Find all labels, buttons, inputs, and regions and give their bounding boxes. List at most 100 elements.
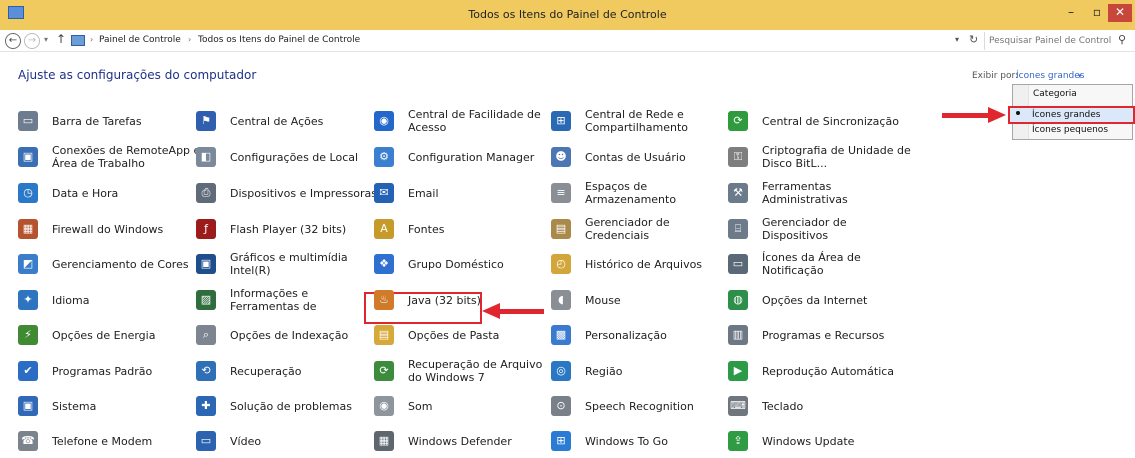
item-label: Mouse bbox=[585, 294, 621, 307]
sound-icon: ◉ bbox=[374, 396, 394, 416]
item-label: Opções de Energia bbox=[52, 329, 156, 342]
remoteapp-icon: ▣ bbox=[18, 147, 38, 167]
item-label: Gerenciador de Credenciais bbox=[585, 216, 670, 242]
item-label: Telefone e Modem bbox=[52, 435, 153, 448]
windows-defender-icon: ▦ bbox=[374, 431, 394, 451]
refresh-button[interactable]: ↻ bbox=[969, 33, 978, 46]
keyboard-icon: ⌨ bbox=[728, 396, 748, 416]
file-history-icon: ◴ bbox=[551, 254, 571, 274]
breadcrumb-separator[interactable]: › bbox=[90, 35, 93, 44]
microphone-icon: ⊙ bbox=[551, 396, 571, 416]
troubleshooting-icon: ✚ bbox=[196, 396, 216, 416]
maximize-button[interactable]: ▫ bbox=[1084, 4, 1110, 22]
address-bar: ← → ▾ ↑ › Painel de Controle › Todos os … bbox=[0, 30, 1135, 52]
item-label: Opções de Indexação bbox=[230, 329, 349, 342]
admin-tools-icon: ⚒ bbox=[728, 183, 748, 203]
mouse-icon: ◖ bbox=[551, 290, 571, 310]
region-icon: ◎ bbox=[551, 361, 571, 381]
item-label: Java (32 bits) bbox=[408, 294, 481, 307]
annotation-arrow-right bbox=[942, 107, 1006, 123]
item-label: Conexões de RemoteApp e Área de Trabalho bbox=[52, 144, 201, 170]
firewall-icon: ▦ bbox=[18, 219, 38, 239]
item-label: Informações e Ferramentas de bbox=[230, 287, 317, 313]
item-label: Espaços de Armazenamento bbox=[585, 180, 677, 206]
flag-icon: ⚑ bbox=[196, 111, 216, 131]
selected-bullet-icon bbox=[1016, 111, 1020, 115]
item-label: Som bbox=[408, 400, 433, 413]
breadcrumb-separator[interactable]: › bbox=[188, 35, 191, 44]
device-manager-icon: ⌸ bbox=[728, 219, 748, 239]
item-label: Reprodução Automática bbox=[762, 365, 895, 378]
flash-icon: ƒ bbox=[196, 219, 216, 239]
sync-icon: ⟳ bbox=[728, 111, 748, 131]
search-input[interactable] bbox=[989, 33, 1111, 48]
view-by-dropdown[interactable]: Ícones grandes bbox=[1016, 71, 1084, 81]
java-icon: ♨ bbox=[374, 290, 394, 310]
recovery-icon: ⟲ bbox=[196, 361, 216, 381]
address-dropdown[interactable]: ▾ bbox=[955, 35, 959, 44]
search-icon[interactable]: ⚲ bbox=[1118, 33, 1126, 46]
item-label: Idioma bbox=[52, 294, 90, 307]
item-label: Histórico de Arquivos bbox=[585, 258, 703, 271]
bitlocker-icon: ⚿ bbox=[728, 147, 748, 167]
item-label: Configurações de Local bbox=[230, 151, 359, 164]
view-by-label: Exibir por: bbox=[972, 71, 1019, 81]
item-label: Opções de Pasta bbox=[408, 329, 500, 342]
arrow-head bbox=[482, 303, 500, 319]
credentials-icon: ▤ bbox=[551, 219, 571, 239]
menu-item-icones-grandes[interactable]: Ícones grandes bbox=[1032, 110, 1100, 120]
up-button[interactable]: ↑ bbox=[56, 32, 66, 46]
menu-item-categoria[interactable]: Categoria bbox=[1033, 89, 1077, 99]
item-label: Configuration Manager bbox=[408, 151, 535, 164]
network-icon: ⊞ bbox=[551, 111, 571, 131]
item-label: Teclado bbox=[762, 400, 804, 413]
item-label: Windows Defender bbox=[408, 435, 512, 448]
item-label: Dispositivos e Impressoras bbox=[230, 187, 378, 200]
chevron-down-icon[interactable]: ▾ bbox=[1078, 72, 1082, 80]
ease-of-access-icon: ◉ bbox=[374, 111, 394, 131]
item-label: Programas e Recursos bbox=[762, 329, 885, 342]
control-panel-address-icon bbox=[71, 35, 85, 46]
clock-icon: ◷ bbox=[18, 183, 38, 203]
item-label: Central de Rede e Compartilhamento bbox=[585, 108, 689, 134]
item-label: Vídeo bbox=[230, 435, 262, 448]
item-label: Gerenciamento de Cores bbox=[52, 258, 189, 271]
back-button[interactable]: ← bbox=[5, 33, 21, 49]
forward-button[interactable]: → bbox=[24, 33, 40, 49]
item-label: Windows Update bbox=[762, 435, 855, 448]
internet-options-icon: ◍ bbox=[728, 290, 748, 310]
window-title: Todos os Itens do Painel de Controle bbox=[468, 8, 667, 21]
item-label: Ferramentas Administrativas bbox=[762, 180, 848, 206]
item-label: Opções da Internet bbox=[762, 294, 868, 307]
breadcrumb-todos-os-itens[interactable]: Todos os Itens do Painel de Controle bbox=[198, 35, 360, 45]
breadcrumb-painel-de-controle[interactable]: Painel de Controle bbox=[99, 35, 181, 45]
recent-locations-dropdown[interactable]: ▾ bbox=[44, 35, 48, 44]
programs-icon: ▥ bbox=[728, 325, 748, 345]
item-label: Solução de problemas bbox=[230, 400, 352, 413]
annotation-arrow-left bbox=[482, 303, 544, 319]
autoplay-icon: ▶ bbox=[728, 361, 748, 381]
item-label: Windows To Go bbox=[585, 435, 668, 448]
item-label: Recuperação bbox=[230, 365, 302, 378]
email-icon: ✉ bbox=[374, 183, 394, 203]
item-label: Data e Hora bbox=[52, 187, 119, 200]
item-label: Barra de Tarefas bbox=[52, 115, 142, 128]
personalization-icon: ▩ bbox=[551, 325, 571, 345]
page-heading: Ajuste as configurações do computador bbox=[18, 68, 257, 82]
storage-spaces-icon: ≡ bbox=[551, 183, 571, 203]
language-icon: ✦ bbox=[18, 290, 38, 310]
location-icon: ◧ bbox=[196, 147, 216, 167]
item-label: Personalização bbox=[585, 329, 667, 342]
menu-item-icones-pequenos[interactable]: Ícones pequenos bbox=[1032, 125, 1108, 135]
default-programs-icon: ✔ bbox=[18, 361, 38, 381]
item-label: Sistema bbox=[52, 400, 97, 413]
arrow-shaft bbox=[498, 309, 544, 314]
item-label: Central de Ações bbox=[230, 115, 324, 128]
item-label: Gerenciador de Dispositivos bbox=[762, 216, 847, 242]
item-label: Central de Facilidade de Acesso bbox=[408, 108, 541, 134]
color-management-icon: ◩ bbox=[18, 254, 38, 274]
close-button[interactable]: ✕ bbox=[1108, 4, 1132, 22]
item-label: Recuperação de Arquivo do Windows 7 bbox=[408, 358, 543, 384]
item-label: Contas de Usuário bbox=[585, 151, 686, 164]
minimize-button[interactable]: – bbox=[1058, 4, 1084, 22]
